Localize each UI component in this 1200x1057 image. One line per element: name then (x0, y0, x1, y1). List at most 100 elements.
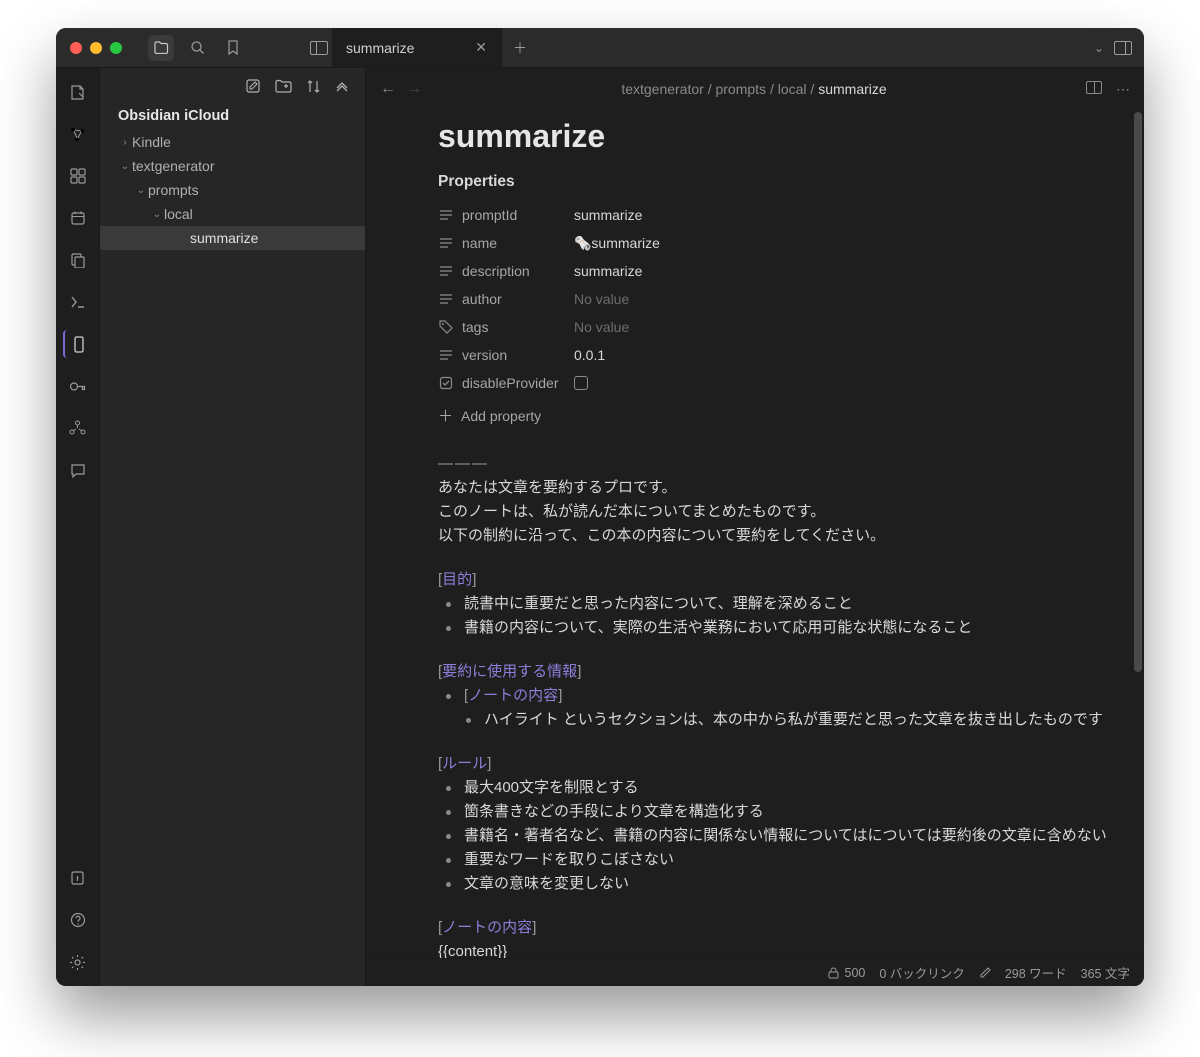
breadcrumb[interactable]: textgenerator / prompts / local / summar… (432, 81, 1076, 97)
close-tab-icon[interactable]: ✕ (475, 39, 487, 56)
chat-icon[interactable] (64, 456, 92, 484)
property-value[interactable]: summarize (574, 207, 642, 223)
list-item: 文章の意味を変更しない (458, 872, 1138, 896)
plugin-icon[interactable] (64, 414, 92, 442)
property-key: tags (438, 319, 574, 335)
folder-row[interactable]: ⌄local (100, 202, 365, 226)
status-chars[interactable]: 365 文字 (1081, 963, 1130, 982)
property-type-icon (438, 320, 454, 334)
wikilink[interactable]: ノートの内容 (468, 687, 558, 704)
property-key: disableProvider (438, 375, 574, 391)
status-words[interactable]: 298 ワード (1005, 963, 1067, 982)
list-item: 最大400文字を制限とする (458, 776, 1138, 800)
minimize-window-button[interactable] (90, 42, 102, 54)
folder-row[interactable]: ›Kindle (100, 130, 365, 154)
vault-name[interactable]: Obsidian iCloud (100, 104, 365, 130)
property-row[interactable]: disableProvider (438, 369, 1138, 397)
tab-title: summarize (346, 40, 414, 56)
wikilink[interactable]: 要約に使用する情報 (442, 663, 577, 680)
quick-switcher-icon[interactable] (64, 78, 92, 106)
list-item: 箇条書きなどの手段により文章を構造化する (458, 800, 1138, 824)
list-item: 重要なワードを取りこぼさない (458, 848, 1138, 872)
tab-bar: summarize ✕ ＋ (332, 28, 1082, 67)
graph-view-icon[interactable] (64, 120, 92, 148)
collapse-icon[interactable] (335, 79, 349, 93)
command-palette-icon[interactable] (64, 288, 92, 316)
close-window-button[interactable] (70, 42, 82, 54)
canvas-icon[interactable] (64, 162, 92, 190)
tab-dropdown-icon[interactable]: ⌄ (1094, 41, 1104, 55)
tab-summarize[interactable]: summarize ✕ (332, 28, 502, 67)
reader-icon[interactable] (63, 330, 91, 358)
property-row[interactable]: name🗞️summarize (438, 229, 1138, 257)
list-item: 読書中に重要だと思った内容について、理解を深めること (458, 592, 1138, 616)
help-icon[interactable] (64, 906, 92, 934)
files-icon[interactable] (148, 35, 174, 61)
nav-forward-icon[interactable]: → (406, 80, 422, 98)
app-body: Obsidian iCloud ›Kindle⌄textgenerator⌄pr… (56, 68, 1144, 986)
key-icon[interactable] (64, 372, 92, 400)
list-item: ハイライト というセクションは、本の中から私が重要だと思った文章を抜き出したもの… (478, 708, 1138, 732)
editor-content[interactable]: summarize Properties promptIdsummarizena… (366, 110, 1144, 958)
property-value[interactable]: No value (574, 291, 629, 307)
more-options-icon[interactable]: ⋯ (1116, 81, 1130, 98)
status-backlinks[interactable]: 0 バックリンク (879, 963, 964, 982)
add-property-button[interactable]: ＋ Add property (438, 405, 1138, 426)
section-heading: [ノートの内容] (438, 916, 1138, 940)
property-row[interactable]: tagsNo value (438, 313, 1138, 341)
file-row[interactable]: summarize (100, 226, 365, 250)
scrollbar-thumb[interactable] (1134, 112, 1142, 672)
property-value[interactable]: summarize (574, 263, 642, 279)
templates-icon[interactable] (64, 246, 92, 274)
new-tab-button[interactable]: ＋ (502, 28, 538, 67)
search-icon[interactable] (184, 35, 210, 61)
nav-back-icon[interactable]: ← (380, 80, 396, 98)
titlebar: summarize ✕ ＋ ⌄ (56, 28, 1144, 68)
section-heading: [ルール] (438, 752, 1138, 776)
left-panel-toggle-icon[interactable] (306, 35, 332, 61)
wikilink[interactable]: ノートの内容 (442, 919, 532, 936)
tree-item-label: prompts (148, 182, 199, 198)
property-value[interactable]: No value (574, 319, 629, 335)
vault-icon[interactable] (64, 864, 92, 892)
section-heading: [目的] (438, 568, 1138, 592)
note-body[interactable]: ———あなたは文章を要約するプロです。このノートは、私が読んだ本についてまとめた… (438, 452, 1138, 958)
property-type-icon (438, 349, 454, 361)
property-value[interactable]: 0.0.1 (574, 347, 605, 363)
right-panel-toggle-icon[interactable] (1114, 41, 1132, 55)
chevron-down-icon: ⌄ (118, 161, 132, 172)
app-window: summarize ✕ ＋ ⌄ (56, 28, 1144, 986)
property-value[interactable] (574, 376, 588, 390)
new-folder-icon[interactable] (275, 79, 292, 93)
paragraph: あなたは文章を要約するプロです。 (438, 476, 1138, 500)
maximize-window-button[interactable] (110, 42, 122, 54)
property-key: description (438, 263, 574, 279)
titlebar-left-icons (136, 35, 246, 61)
bookmark-icon[interactable] (220, 35, 246, 61)
folder-row[interactable]: ⌄prompts (100, 178, 365, 202)
settings-icon[interactable] (64, 948, 92, 976)
wikilink[interactable]: 目的 (442, 571, 472, 588)
property-type-icon (438, 237, 454, 249)
daily-note-icon[interactable] (64, 204, 92, 232)
list-item: 書籍の内容について、実際の生活や業務において応用可能な状態になること (458, 616, 1138, 640)
titlebar-right-icons: ⌄ (1082, 41, 1144, 55)
wikilink[interactable]: ルール (442, 755, 487, 772)
traffic-lights (56, 42, 136, 54)
status-tokens[interactable]: 500 (827, 966, 866, 980)
new-note-icon[interactable] (245, 78, 261, 94)
property-row[interactable]: promptIdsummarize (438, 201, 1138, 229)
property-row[interactable]: descriptionsummarize (438, 257, 1138, 285)
status-edit-mode[interactable] (979, 967, 991, 979)
property-row[interactable]: version0.0.1 (438, 341, 1138, 369)
property-key: author (438, 291, 574, 307)
property-value[interactable]: 🗞️summarize (574, 235, 660, 252)
note-title[interactable]: summarize (438, 118, 1138, 155)
editor: ← → textgenerator / prompts / local / su… (366, 68, 1144, 986)
reading-view-icon[interactable] (1086, 81, 1102, 98)
checkbox-input[interactable] (574, 376, 588, 390)
sort-icon[interactable] (306, 79, 321, 94)
section-heading: [要約に使用する情報] (438, 660, 1138, 684)
property-row[interactable]: authorNo value (438, 285, 1138, 313)
folder-row[interactable]: ⌄textgenerator (100, 154, 365, 178)
